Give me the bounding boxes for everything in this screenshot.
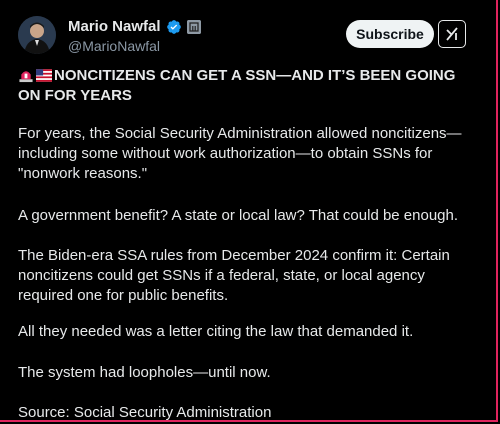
paragraph-6: Source: Social Security Administration xyxy=(18,404,272,421)
author-handle[interactable]: @MarioNawfal xyxy=(68,38,160,54)
paragraph-5: The system had loopholes—until now. xyxy=(18,364,271,381)
siren-emoji-icon xyxy=(19,71,33,83)
affiliate-badge-icon[interactable] xyxy=(186,19,201,34)
subscribe-button[interactable]: Subscribe xyxy=(346,20,434,48)
grok-icon[interactable] xyxy=(438,20,466,48)
headline-text: NONCITIZENS CAN GET A SSN—AND IT’S BEEN … xyxy=(18,67,456,104)
author-name[interactable]: Mario Nawfal xyxy=(68,18,161,35)
paragraph-1: For years, the Social Security Administr… xyxy=(18,125,462,182)
avatar[interactable] xyxy=(18,16,56,54)
verified-badge-icon xyxy=(166,19,181,34)
us-flag-emoji-icon xyxy=(36,69,52,82)
paragraph-3: The Biden-era SSA rules from December 20… xyxy=(18,247,450,304)
paragraph-2: A government benefit? A state or local l… xyxy=(18,207,459,224)
post-header: Mario Nawfal @MarioNawfal Subscribe xyxy=(18,16,483,56)
post-headline: NONCITIZENS CAN GET A SSN—AND IT’S BEEN … xyxy=(18,66,478,106)
post-body: NONCITIZENS CAN GET A SSN—AND IT’S BEEN … xyxy=(18,66,478,421)
paragraph-4: All they needed was a letter citing the … xyxy=(18,323,414,340)
